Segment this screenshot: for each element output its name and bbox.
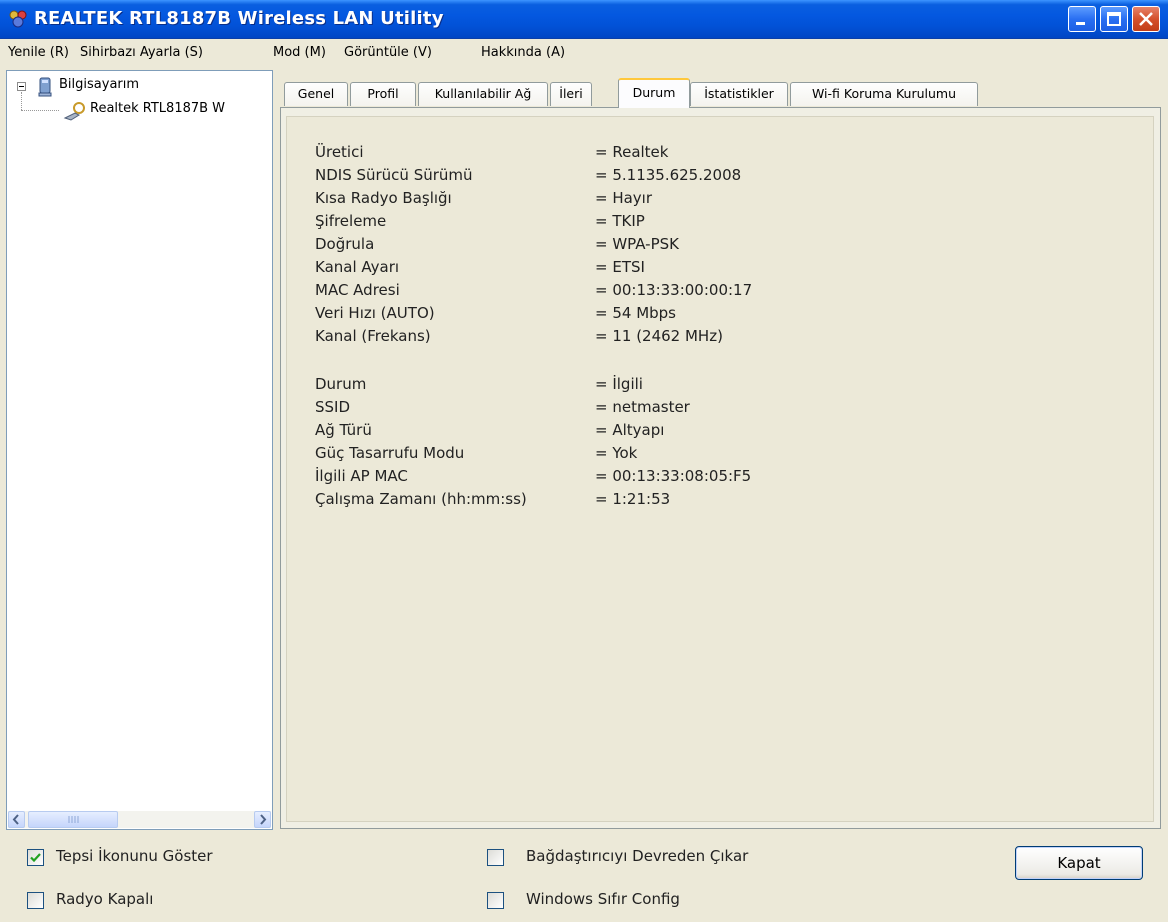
up-time-value: = 1:21:53	[595, 490, 671, 508]
app-icon	[9, 10, 27, 28]
maximize-button[interactable]	[1100, 6, 1128, 32]
status-panel: Üretici = Realtek NDIS Sürücü Sürümü = 5…	[280, 107, 1161, 829]
windows-zero-config-label[interactable]: Windows Sıfır Config	[526, 890, 680, 908]
scroll-left-button[interactable]	[8, 811, 25, 828]
show-tray-icon-checkbox[interactable]	[27, 849, 44, 866]
connection-status-label: Durum	[315, 375, 367, 393]
network-type-label: Ağ Türü	[315, 421, 372, 439]
menu-bar: Yenile (R) Sihirbazı Ayarla (S) Mod (M) …	[0, 39, 1168, 67]
computer-icon	[38, 77, 52, 97]
close-button[interactable]: Kapat	[1015, 846, 1143, 880]
power-save-mode-value: = Yok	[595, 444, 638, 462]
channel-frequency-label: Kanal (Frekans)	[315, 327, 431, 345]
data-rate-label: Veri Hızı (AUTO)	[315, 304, 435, 322]
disable-adapter-checkbox[interactable]	[487, 849, 504, 866]
data-rate-value: = 54 Mbps	[595, 304, 676, 322]
network-type-value: = Altyapı	[595, 421, 665, 439]
scroll-thumb[interactable]	[28, 811, 118, 828]
menu-about[interactable]: Hakkında (A)	[481, 45, 565, 60]
menu-setup-wizard[interactable]: Sihirbazı Ayarla (S)	[80, 45, 203, 60]
tab-profile[interactable]: Profil	[350, 82, 416, 106]
connection-status-value: = İlgili	[595, 375, 643, 393]
title-bar[interactable]: REALTEK RTL8187B Wireless LAN Utility	[0, 0, 1168, 39]
short-radio-header-label: Kısa Radyo Başlığı	[315, 189, 452, 207]
tab-available-networks[interactable]: Kullanılabilir Ağ	[418, 82, 548, 106]
tree-item-realtek-adapter[interactable]: Realtek RTL8187B W	[90, 101, 225, 116]
radio-off-checkbox[interactable]	[27, 892, 44, 909]
power-save-mode-label: Güç Tasarrufu Modu	[315, 444, 465, 462]
authentication-label: Doğrula	[315, 235, 375, 253]
associated-ap-mac-value: = 00:13:33:08:05:F5	[595, 467, 752, 485]
tab-advanced[interactable]: İleri	[550, 82, 592, 106]
radio-off-label[interactable]: Radyo Kapalı	[56, 890, 153, 908]
manufacturer-value: = Realtek	[595, 143, 669, 161]
utility-window: REALTEK RTL8187B Wireless LAN Utility Ye…	[0, 0, 1168, 922]
manufacturer-label: Üretici	[315, 143, 364, 161]
show-tray-icon-label[interactable]: Tepsi İkonunu Göster	[56, 847, 213, 865]
mac-address-value: = 00:13:33:00:00:17	[595, 281, 753, 299]
ndis-driver-version-value: = 5.1135.625.2008	[595, 166, 742, 184]
collapse-icon[interactable]	[17, 82, 26, 91]
menu-view[interactable]: Görüntüle (V)	[344, 45, 432, 60]
minimize-button[interactable]	[1068, 6, 1096, 32]
tab-general[interactable]: Genel	[284, 82, 348, 106]
tab-wifi-protected-setup[interactable]: Wi-fi Koruma Kurulumu	[790, 82, 978, 106]
window-title: REALTEK RTL8187B Wireless LAN Utility	[34, 8, 444, 29]
minimize-icon	[1076, 22, 1085, 25]
close-icon	[1139, 12, 1153, 26]
ssid-label: SSID	[315, 398, 351, 416]
ssid-value: = netmaster	[595, 398, 690, 416]
checkmark-icon	[30, 853, 41, 863]
disable-adapter-label[interactable]: Bağdaştırıcıyı Devreden Çıkar	[526, 847, 748, 865]
authentication-value: = WPA-PSK	[595, 235, 680, 253]
chevron-left-icon	[12, 814, 19, 825]
up-time-label: Çalışma Zamanı (hh:mm:ss)	[315, 490, 527, 508]
tree-connector-branch	[21, 110, 59, 111]
short-radio-header-value: = Hayır	[595, 189, 653, 207]
channel-set-value: = ETSI	[595, 258, 645, 276]
windows-zero-config-checkbox[interactable]	[487, 892, 504, 909]
tree-connector	[21, 92, 22, 110]
menu-mode[interactable]: Mod (M)	[273, 45, 326, 60]
wireless-adapter-icon	[63, 102, 85, 121]
close-window-button[interactable]	[1132, 6, 1160, 32]
chevron-right-icon	[260, 814, 267, 825]
scroll-right-button[interactable]	[254, 811, 271, 828]
device-tree[interactable]: Bilgisayarım Realtek RTL8187B W	[6, 70, 273, 830]
tab-statistics[interactable]: İstatistikler	[690, 82, 788, 106]
associated-ap-mac-label: İlgili AP MAC	[315, 467, 408, 485]
maximize-icon	[1107, 12, 1121, 26]
encryption-label: Şifreleme	[315, 212, 387, 230]
tree-horizontal-scrollbar[interactable]	[8, 811, 271, 828]
channel-set-label: Kanal Ayarı	[315, 258, 400, 276]
tab-control: Genel Profil Kullanılabilir Ağ İleri Dur…	[278, 72, 1163, 830]
channel-frequency-value: = 11 (2462 MHz)	[595, 327, 723, 345]
status-panel-content: Üretici = Realtek NDIS Sürücü Sürümü = 5…	[286, 116, 1154, 822]
encryption-value: = TKIP	[595, 212, 645, 230]
tree-item-my-computer[interactable]: Bilgisayarım	[59, 77, 139, 92]
mac-address-label: MAC Adresi	[315, 281, 400, 299]
menu-refresh[interactable]: Yenile (R)	[8, 45, 69, 60]
tab-status[interactable]: Durum	[618, 78, 690, 108]
ndis-driver-version-label: NDIS Sürücü Sürümü	[315, 166, 473, 184]
grip-icon	[68, 816, 79, 823]
